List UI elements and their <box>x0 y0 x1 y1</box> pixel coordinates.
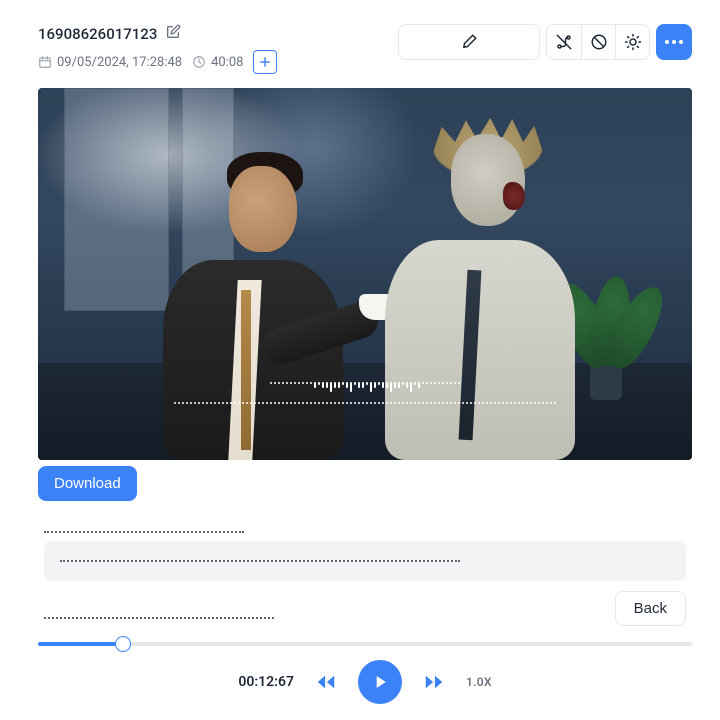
header-bar: 16908626017123 09/05/2024, 17:28:48 <box>38 24 692 74</box>
add-button[interactable] <box>253 50 277 74</box>
plus-icon <box>258 55 272 69</box>
pencil-icon <box>460 33 478 51</box>
input-line-3[interactable] <box>44 617 274 619</box>
play-icon <box>370 672 390 692</box>
video-frame <box>38 88 692 460</box>
back-button[interactable]: Back <box>615 591 686 626</box>
play-button[interactable] <box>358 660 402 704</box>
brightness-button[interactable] <box>615 25 649 59</box>
route-off-icon <box>555 33 573 51</box>
waveform-overlay <box>174 382 556 404</box>
edit-button[interactable] <box>399 25 539 59</box>
input-line-1[interactable] <box>44 531 244 533</box>
download-button[interactable]: Download <box>38 466 137 501</box>
more-button[interactable] <box>656 24 692 60</box>
date-value: 09/05/2024, 17:28:48 <box>57 55 182 70</box>
duration-meta: 40:08 <box>192 55 243 70</box>
forward-button[interactable] <box>420 668 448 696</box>
seek-bar[interactable] <box>38 632 692 654</box>
rewind-button[interactable] <box>312 668 340 696</box>
edit-title-icon[interactable] <box>165 24 181 44</box>
clock-icon <box>192 55 206 69</box>
sun-icon <box>624 33 642 51</box>
toolbar <box>398 24 692 60</box>
playback-speed[interactable]: 1.0X <box>466 675 506 689</box>
transport-controls: 00:12:67 1.0X <box>38 660 692 704</box>
input-line-2[interactable] <box>44 541 686 581</box>
block-button[interactable] <box>581 25 615 59</box>
date-meta: 09/05/2024, 17:28:48 <box>38 55 182 70</box>
rewind-icon <box>315 671 337 693</box>
route-off-button[interactable] <box>547 25 581 59</box>
record-title: 16908626017123 <box>38 25 157 43</box>
current-time: 00:12:67 <box>224 674 294 690</box>
duration-value: 40:08 <box>211 55 243 70</box>
calendar-icon <box>38 55 52 69</box>
dots-icon <box>665 40 683 44</box>
forward-icon <box>423 671 445 693</box>
circle-slash-icon <box>590 33 608 51</box>
video-preview[interactable] <box>38 88 692 460</box>
